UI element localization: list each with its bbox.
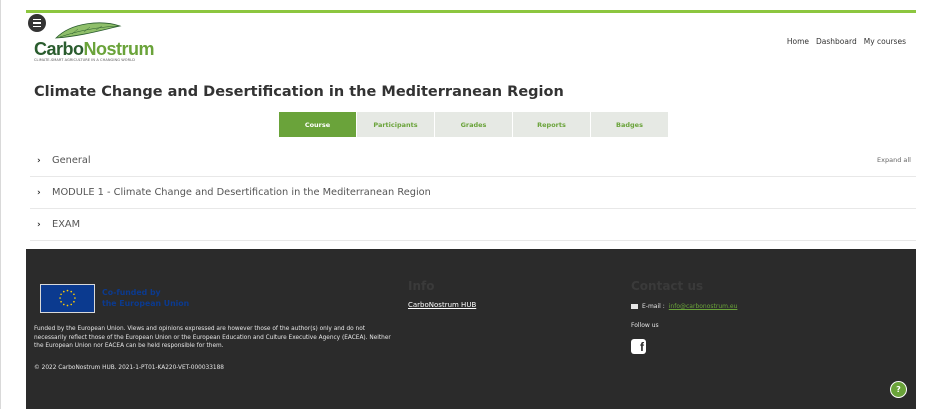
tab-course[interactable]: Course	[279, 112, 356, 137]
page-title: Climate Change and Desertification in th…	[34, 84, 564, 100]
tab-reports[interactable]: Reports	[513, 112, 590, 137]
eu-line-2: the European Union	[102, 299, 190, 308]
section-module-1[interactable]: › MODULE 1 - Climate Change and Desertif…	[30, 177, 916, 209]
tab-grades[interactable]: Grades	[435, 112, 512, 137]
nav-my-courses-link[interactable]: My courses	[864, 37, 906, 46]
copyright: © 2022 CarboNostrum HUB. 2021-1-PT01-KA2…	[34, 365, 224, 371]
logo-text-carbo: Carbo	[34, 39, 84, 59]
site-logo[interactable]: CarboNostrum CLIMATE-SMART AGRICULTURE I…	[30, 20, 155, 64]
footer: Co-funded by the European Union Funded b…	[26, 249, 916, 409]
chevron-right-icon[interactable]: ›	[37, 156, 45, 166]
follow-us-label: Follow us	[631, 322, 659, 329]
course-tabs: Course Participants Grades Reports Badge…	[279, 112, 668, 137]
chevron-right-icon[interactable]: ›	[37, 188, 45, 198]
facebook-icon[interactable]: f	[631, 339, 646, 354]
email-label: E-mail :	[642, 303, 665, 310]
carbonostrum-hub-link[interactable]: CarboNostrum HUB	[408, 301, 476, 309]
section-label[interactable]: General	[52, 155, 91, 166]
logo-text-nostrum: Nostrum	[83, 39, 155, 59]
contact-heading: Contact us	[631, 279, 704, 293]
logo-text: CarboNostrum	[34, 39, 155, 60]
section-exam[interactable]: › EXAM	[30, 209, 916, 241]
help-icon[interactable]: ?	[890, 381, 907, 398]
section-label[interactable]: EXAM	[52, 219, 80, 230]
page: CarboNostrum CLIMATE-SMART AGRICULTURE I…	[0, 0, 928, 409]
nav-home-link[interactable]: Home	[787, 37, 809, 46]
logo-tagline: CLIMATE-SMART AGRICULTURE IN A CHANGING …	[34, 58, 136, 62]
tab-badges[interactable]: Badges	[591, 112, 668, 137]
header-accent-line	[26, 10, 916, 13]
page-border	[0, 0, 1, 409]
mail-icon	[631, 304, 638, 309]
contact-email: E-mail : info@carbonostrum.eu	[631, 303, 737, 310]
funding-disclaimer: Funded by the European Union. Views and …	[34, 326, 391, 349]
eu-cofunded-text: Co-funded by the European Union	[102, 287, 189, 309]
tab-participants[interactable]: Participants	[357, 112, 434, 137]
eu-line-1: Co-funded by	[102, 288, 161, 297]
eu-flag-icon	[40, 284, 95, 313]
eu-stars	[59, 289, 76, 307]
nav-dashboard-link[interactable]: Dashboard	[816, 37, 857, 46]
section-label[interactable]: MODULE 1 - Climate Change and Desertific…	[52, 187, 431, 198]
expand-all-link[interactable]: Expand all	[877, 156, 911, 164]
chevron-right-icon[interactable]: ›	[37, 220, 45, 230]
email-link[interactable]: info@carbonostrum.eu	[669, 303, 738, 310]
section-general[interactable]: › General Expand all	[30, 145, 916, 177]
top-nav: Home Dashboard My courses	[787, 37, 906, 46]
info-heading: Info	[408, 279, 435, 293]
